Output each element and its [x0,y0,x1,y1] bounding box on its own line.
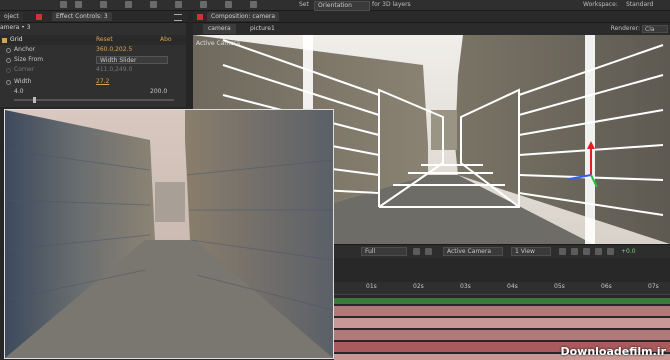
width-row: Width 27.2 [0,77,186,87]
panel-menu-icon[interactable] [174,14,182,21]
tick-label: 06s [601,283,612,290]
left-panel-tabs: oject Effect Controls: 3 [0,11,188,23]
stopwatch-icon[interactable] [6,80,11,85]
slider-max: 200.0 [150,88,168,95]
tick-label: 04s [507,283,518,290]
composition-tabs: camera picture1 Renderer: Cla [193,23,670,35]
view-layout-dropdown[interactable]: 1 View [511,247,551,256]
timeline-icon[interactable] [583,248,590,255]
time-ruler[interactable]: 01s 02s 03s 04s 05s 06s 07s [334,282,670,295]
fast-previews-icon[interactable] [571,248,578,255]
about-link[interactable]: Abo [160,35,172,45]
pen-tool-icon[interactable] [225,1,232,8]
pan-behind-tool-icon[interactable] [175,1,182,8]
tab-camera[interactable]: camera [203,24,236,34]
exposure-value[interactable]: +0.0 [621,246,636,257]
transparency-grid-icon[interactable] [425,248,432,255]
camera-view-value: Active Camera [447,248,492,255]
for-3d-layers-label: for 3D layers [372,1,411,8]
layer-bar[interactable] [334,318,670,328]
tab-picture1[interactable]: picture1 [245,24,280,34]
camera-view-dropdown[interactable]: Active Camera [443,247,503,256]
layer-name: amera • 3 [0,24,31,31]
stopwatch-icon[interactable] [6,58,11,63]
width-slider-handle[interactable] [33,97,37,103]
stopwatch-icon[interactable] [6,48,11,53]
mask-tool-icon[interactable] [200,1,207,8]
workspace-label: Workspace: [583,1,618,8]
region-of-interest-icon[interactable] [413,248,420,255]
footage-preview [4,109,334,359]
orientation-value: Orientation [318,2,352,9]
size-from-row: Size From Width Slider [0,55,186,65]
reset-link[interactable]: Reset [96,35,113,45]
width-slider[interactable] [14,97,174,103]
active-camera-label: Active Camera [196,40,241,47]
camera-tool-icon[interactable] [150,1,157,8]
effect-grid-row[interactable]: Grid Reset Abo [0,35,186,45]
layer-bar[interactable] [334,306,670,316]
tick-label: 01s [366,283,377,290]
rotate-tool-icon[interactable] [125,1,132,8]
slider-min: 4.0 [14,88,24,95]
watermark: Downloadefilm.ir [560,345,666,358]
tick-label: 05s [554,283,565,290]
orientation-dropdown[interactable]: Orientation [314,1,370,11]
anchor-row: Anchor 360.0,202.5 [0,45,186,55]
flowchart-icon[interactable] [595,248,602,255]
top-toolbar: Set Orientation for 3D layers Workspace:… [0,0,670,11]
renderer-label: Renderer: [610,25,640,32]
size-from-label: Size From [14,56,44,63]
size-from-value: Width Slider [100,57,137,64]
exposure-reset-icon[interactable] [607,248,614,255]
selection-tool-icon[interactable] [60,1,67,8]
text-tool-icon[interactable] [250,1,257,8]
resolution-value: Full [365,248,376,255]
effect-name: Grid [10,36,23,43]
anchor-value[interactable]: 360.0,202.5 [96,45,132,55]
width-value[interactable]: 27.2 [96,77,109,87]
corner-label: Corner [14,66,35,73]
lock-icon[interactable] [36,14,42,20]
workspace-dropdown[interactable]: Standard [626,0,653,10]
width-label: Width [14,78,32,85]
composition-panel-tabs: Composition: camera [193,11,670,23]
fx-toggle-icon[interactable] [2,38,7,43]
layer-header: amera • 3 [0,23,186,33]
grid-vertical-bar [585,35,595,244]
pixel-aspect-icon[interactable] [559,248,566,255]
hand-tool-icon[interactable] [75,1,82,8]
tick-label: 02s [413,283,424,290]
alley-footage-image [5,110,333,358]
corner-row: Corner 411.0,249.0 [0,65,186,75]
tick-label: 07s [648,283,659,290]
set-label: Set [299,1,309,8]
effect-controls-panel: amera • 3 Grid Reset Abo Anchor 360.0,20… [0,23,186,107]
tab-composition[interactable]: Composition: camera [207,12,280,21]
zoom-tool-icon[interactable] [100,1,107,8]
lock-icon[interactable] [197,14,203,20]
footage-distant-building [155,182,185,222]
tick-label: 03s [460,283,471,290]
tab-effect-controls[interactable]: Effect Controls: 3 [52,12,112,21]
view-layout-value: 1 View [515,248,535,255]
layer-bar[interactable] [334,298,670,304]
stopwatch-icon [6,68,11,73]
renderer-dropdown[interactable]: Cla [642,25,668,33]
corner-value: 411.0,249.0 [96,66,133,73]
tab-project[interactable]: oject [0,12,23,21]
size-from-dropdown[interactable]: Width Slider [96,56,168,64]
anchor-label: Anchor [14,46,36,53]
layer-bar[interactable] [334,330,670,340]
resolution-dropdown[interactable]: Full [361,247,407,256]
slider-range-row: 4.0 200.0 [0,87,186,97]
